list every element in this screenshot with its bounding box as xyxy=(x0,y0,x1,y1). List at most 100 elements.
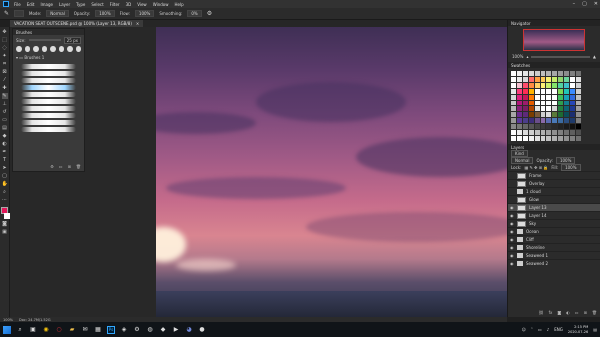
flow-field[interactable]: 100% xyxy=(134,10,155,17)
delete-icon[interactable]: 🗑 xyxy=(76,164,81,169)
color-swatch[interactable] xyxy=(534,124,540,130)
color-swatch[interactable] xyxy=(516,82,522,88)
color-swatch[interactable] xyxy=(558,88,564,94)
color-swatch[interactable] xyxy=(552,124,558,130)
color-swatch[interactable] xyxy=(564,130,570,136)
gear-icon[interactable]: ⚙ xyxy=(207,10,212,17)
color-swatch[interactable] xyxy=(570,106,576,112)
color-swatch[interactable] xyxy=(558,118,564,124)
color-swatch[interactable] xyxy=(522,130,528,136)
tab-layers[interactable]: Layers xyxy=(511,145,524,150)
brush-stroke-preview[interactable] xyxy=(21,85,76,90)
layer-row[interactable]: ◉ Seaweed 2 xyxy=(508,259,600,267)
discord-icon[interactable]: ◕ xyxy=(185,326,193,334)
color-swatch[interactable] xyxy=(570,100,576,106)
color-swatch[interactable] xyxy=(522,106,528,112)
color-swatch[interactable] xyxy=(546,130,552,136)
color-swatch[interactable] xyxy=(564,88,570,94)
eraser-tool-icon[interactable]: ▭ xyxy=(2,117,8,123)
color-swatch[interactable] xyxy=(570,76,576,82)
document-tab[interactable]: VACATION SEAT OUTSCENE.psd @ 100% (Layer… xyxy=(10,20,144,27)
layer-row[interactable]: ◉ Ocean xyxy=(508,227,600,235)
language-indicator[interactable]: ENG xyxy=(554,327,563,332)
color-swatch[interactable] xyxy=(540,82,546,88)
brush-stroke-preview[interactable] xyxy=(21,99,76,104)
color-swatch[interactable] xyxy=(576,112,581,118)
color-swatch[interactable] xyxy=(511,112,516,118)
person-icon[interactable]: ☺ xyxy=(522,327,526,332)
color-swatch[interactable] xyxy=(564,136,570,141)
hand-tool-icon[interactable]: ✋ xyxy=(2,181,8,187)
brush-folder[interactable]: ▾ ▭ Brushes 1 xyxy=(13,53,84,62)
color-swatch[interactable] xyxy=(528,106,534,112)
brush-tip[interactable] xyxy=(58,46,64,52)
visibility-eye-icon[interactable]: ◉ xyxy=(510,213,514,218)
color-swatch[interactable] xyxy=(570,118,576,124)
color-swatch[interactable] xyxy=(558,94,564,100)
visibility-eye-icon[interactable]: ◉ xyxy=(510,229,514,234)
color-swatch[interactable] xyxy=(570,71,576,76)
color-swatch[interactable] xyxy=(546,112,552,118)
new-group-icon[interactable]: ▭ xyxy=(59,164,63,169)
color-swatch[interactable] xyxy=(546,82,552,88)
color-swatch[interactable] xyxy=(528,82,534,88)
color-swatch[interactable] xyxy=(552,76,558,82)
color-swatch[interactable] xyxy=(528,100,534,106)
brush-stroke-preview[interactable] xyxy=(21,120,76,125)
healing-brush-tool-icon[interactable]: ✚ xyxy=(2,85,8,91)
pen-tool-icon[interactable]: ✒ xyxy=(2,149,8,155)
folder-icon[interactable]: ▰ xyxy=(68,326,76,334)
color-swatch[interactable] xyxy=(511,118,516,124)
color-swatch[interactable] xyxy=(540,118,546,124)
lasso-tool-icon[interactable]: ◌ xyxy=(2,45,8,51)
brush-tip[interactable] xyxy=(75,46,81,52)
history-brush-tool-icon[interactable]: ↺ xyxy=(2,109,8,115)
eyedropper-tool-icon[interactable]: ⁄ xyxy=(2,77,8,83)
color-swatch[interactable] xyxy=(576,118,581,124)
clone-stamp-tool-icon[interactable]: ⊥ xyxy=(2,101,8,107)
color-swatch[interactable] xyxy=(576,106,581,112)
color-swatch[interactable] xyxy=(558,136,564,141)
color-swatch[interactable] xyxy=(511,94,516,100)
menu-file[interactable]: File xyxy=(14,2,21,7)
color-swatch[interactable] xyxy=(558,112,564,118)
color-swatch[interactable] xyxy=(564,82,570,88)
color-swatch[interactable] xyxy=(522,112,528,118)
color-swatch[interactable] xyxy=(570,112,576,118)
color-swatch[interactable] xyxy=(511,88,516,94)
smoothing-field[interactable]: 0% xyxy=(187,10,202,17)
shape-tool-icon[interactable]: ▢ xyxy=(2,173,8,179)
color-swatch[interactable] xyxy=(516,118,522,124)
color-swatch[interactable] xyxy=(576,71,581,76)
search-icon[interactable]: ⌕ xyxy=(16,326,24,334)
color-swatch[interactable] xyxy=(516,106,522,112)
color-swatch[interactable] xyxy=(534,130,540,136)
color-swatch[interactable] xyxy=(522,94,528,100)
color-swatch[interactable] xyxy=(511,71,516,76)
layer-kind-filter[interactable]: Kind xyxy=(511,150,528,157)
visibility-eye-icon[interactable]: ◉ xyxy=(510,261,514,266)
chrome-icon[interactable]: ◉ xyxy=(42,326,50,334)
color-swatch[interactable] xyxy=(540,136,546,141)
color-swatch[interactable] xyxy=(540,76,546,82)
fill-field[interactable]: 100% xyxy=(561,164,581,171)
brush-preset-picker[interactable] xyxy=(14,10,25,17)
layer-row[interactable]: ◉ Layer 14 xyxy=(508,211,600,219)
color-swatch[interactable] xyxy=(576,136,581,141)
color-swatch[interactable] xyxy=(534,136,540,141)
canvas-painting[interactable] xyxy=(156,27,507,317)
color-swatch[interactable] xyxy=(546,100,552,106)
color-swatch[interactable] xyxy=(540,94,546,100)
color-swatch[interactable] xyxy=(522,88,528,94)
color-swatch[interactable] xyxy=(558,130,564,136)
notifications-icon[interactable]: ▤ xyxy=(593,327,597,332)
close-tab-icon[interactable]: × xyxy=(136,21,139,26)
volume-icon[interactable]: ♪ xyxy=(547,327,550,332)
menu-select[interactable]: Select xyxy=(91,2,103,7)
blend-mode-select[interactable]: Normal xyxy=(511,157,534,164)
color-swatch[interactable] xyxy=(528,76,534,82)
color-swatch[interactable] xyxy=(522,118,528,124)
zoom-out-icon[interactable]: ▴ xyxy=(526,54,528,59)
brush-tip[interactable] xyxy=(67,46,73,52)
color-swatch[interactable] xyxy=(516,76,522,82)
